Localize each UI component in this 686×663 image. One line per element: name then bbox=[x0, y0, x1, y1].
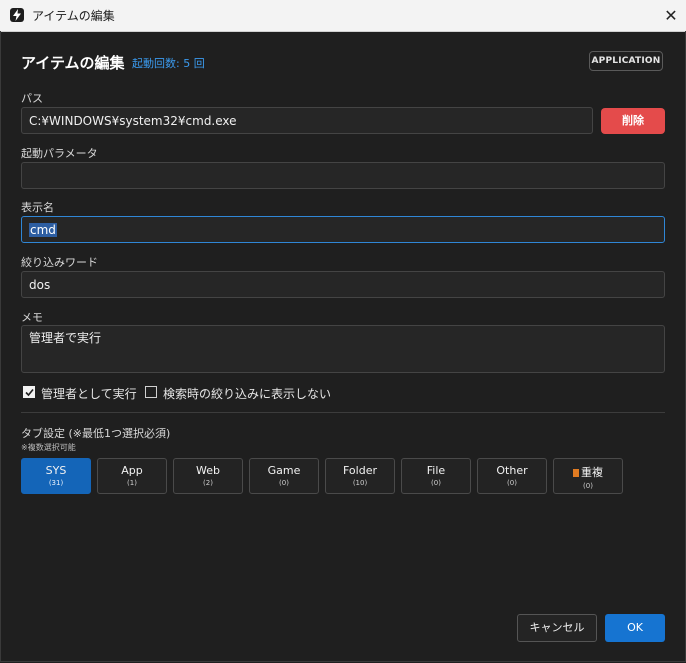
display-name-value: cmd bbox=[29, 223, 57, 237]
tab-game[interactable]: Game (0) bbox=[249, 458, 319, 494]
filter-word-value: dos bbox=[29, 278, 51, 292]
memo-value: 管理者で実行 bbox=[29, 331, 102, 345]
duplicate-icon bbox=[573, 469, 579, 477]
tab-count: (2) bbox=[203, 479, 213, 487]
tab-name: Game bbox=[267, 464, 301, 477]
run-as-admin-label[interactable]: 管理者として実行 bbox=[41, 385, 137, 402]
tabs-note: ※複数選択可能 bbox=[21, 443, 76, 452]
tab-count: (0) bbox=[583, 482, 593, 490]
tab-folder[interactable]: Folder (10) bbox=[325, 458, 395, 494]
divider bbox=[21, 412, 665, 413]
tab-count: (0) bbox=[431, 479, 441, 487]
tab-app[interactable]: App (1) bbox=[97, 458, 167, 494]
tab-name: Folder bbox=[343, 464, 377, 477]
type-badge: APPLICATION bbox=[589, 51, 663, 71]
tab-name: App bbox=[121, 464, 143, 477]
tab-sys[interactable]: SYS (31) bbox=[21, 458, 91, 494]
tabs-heading: タブ設定 (※最低1つ選択必須) bbox=[21, 427, 171, 440]
params-input[interactable] bbox=[21, 162, 665, 189]
tab-name: 重複 bbox=[581, 466, 603, 479]
delete-button[interactable]: 削除 bbox=[601, 108, 665, 134]
tab-name: SYS bbox=[45, 464, 67, 477]
path-input[interactable]: C:¥WINDOWS¥system32¥cmd.exe bbox=[21, 107, 593, 134]
cancel-button[interactable]: キャンセル bbox=[517, 614, 597, 642]
page-title: アイテムの編集 bbox=[21, 54, 125, 72]
tab-other[interactable]: Other (0) bbox=[477, 458, 547, 494]
close-icon[interactable]: ✕ bbox=[656, 0, 686, 31]
tab-count: (0) bbox=[507, 479, 517, 487]
memo-label: メモ bbox=[21, 311, 43, 324]
tab-name: Other bbox=[496, 464, 528, 477]
path-label: パス bbox=[21, 92, 43, 105]
tab-duplicate[interactable]: 重複 (0) bbox=[553, 458, 623, 494]
filter-word-input[interactable]: dos bbox=[21, 271, 665, 298]
lightning-icon bbox=[10, 8, 24, 22]
params-label: 起動パラメータ bbox=[21, 147, 98, 160]
tab-name: Web bbox=[196, 464, 220, 477]
hide-in-search-checkbox[interactable] bbox=[145, 386, 157, 398]
tab-web[interactable]: Web (2) bbox=[173, 458, 243, 494]
tab-file[interactable]: File (0) bbox=[401, 458, 471, 494]
run-as-admin-checkbox[interactable] bbox=[23, 386, 35, 398]
tab-count: (31) bbox=[48, 479, 64, 487]
window-title: アイテムの編集 bbox=[32, 9, 115, 23]
filter-word-label: 絞り込みワード bbox=[21, 256, 98, 269]
window-titlebar: アイテムの編集 ✕ bbox=[0, 0, 686, 32]
launch-count: 起動回数: 5 回 bbox=[132, 57, 205, 70]
memo-textarea[interactable]: 管理者で実行 bbox=[21, 325, 665, 373]
tab-count: (1) bbox=[127, 479, 137, 487]
path-value: C:¥WINDOWS¥system32¥cmd.exe bbox=[29, 114, 237, 128]
hide-in-search-label[interactable]: 検索時の絞り込みに表示しない bbox=[163, 385, 331, 402]
display-name-input[interactable]: cmd bbox=[21, 216, 665, 243]
tab-count: (0) bbox=[279, 479, 289, 487]
tab-name: File bbox=[426, 464, 446, 477]
tab-count: (10) bbox=[352, 479, 368, 487]
ok-button[interactable]: OK bbox=[605, 614, 665, 642]
display-name-label: 表示名 bbox=[21, 201, 54, 214]
